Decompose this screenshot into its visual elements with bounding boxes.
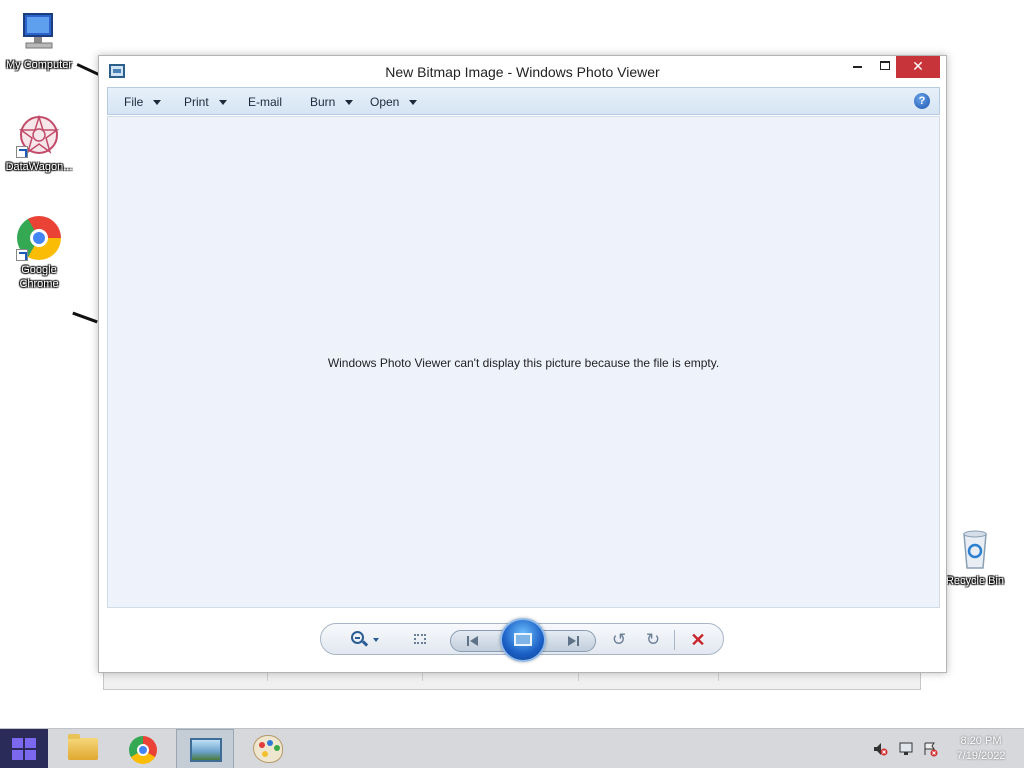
minimize-icon [852,65,862,68]
desktop-icon-label: DataWagon... [5,161,73,173]
minimize-button[interactable] [843,56,871,78]
title-bar[interactable]: New Bitmap Image - Windows Photo Viewer … [99,56,946,86]
desktop-icon-label: Recycle Bin [945,575,1005,587]
desktop-icon-datawagon[interactable]: DataWagon... [0,112,79,174]
menu-file-label: File [124,95,144,109]
clock-time: 8:20 PM [960,735,1002,747]
maximize-icon [880,61,890,70]
network-icon[interactable] [898,741,914,757]
volume-muted-icon[interactable] [872,741,888,757]
photo-viewer-window: New Bitmap Image - Windows Photo Viewer … [98,55,947,673]
taskbar-google-chrome[interactable] [114,729,172,768]
previous-icon[interactable] [467,636,481,646]
menu-open-label: Open [370,95,400,109]
menu-open[interactable]: Open [370,95,418,109]
desktop-stroke [72,311,98,324]
computer-icon [16,10,62,56]
shortcut-arrow-icon [16,249,28,261]
desktop-icon-my-computer[interactable]: My Computer [0,10,79,72]
menu-email-label: E-mail [248,95,283,109]
menu-burn[interactable]: Burn [310,95,354,109]
menu-bar: File Print E-mail Burn Open ? [107,87,940,115]
recycle-bin-icon [952,526,998,572]
taskbar-file-explorer[interactable] [52,729,110,768]
zoom-icon[interactable] [351,630,379,650]
clock-date: 7/19/2022 [956,750,1006,762]
desktop-icon-google-chrome[interactable]: Google Chrome [0,215,79,291]
desktop-icon-label: Google Chrome [19,264,59,290]
paint-palette-icon [253,735,283,763]
chrome-icon [129,736,157,764]
next-icon[interactable] [565,636,579,646]
shortcut-arrow-icon [16,146,28,158]
slideshow-button[interactable] [500,618,546,662]
empty-file-message: Windows Photo Viewer can't display this … [327,356,720,370]
chevron-down-icon [409,100,418,106]
menu-print-label: Print [184,95,209,109]
toolbar-separator [674,630,675,650]
delete-icon[interactable]: ✕ [688,630,708,650]
actual-size-icon[interactable] [411,630,431,650]
windows-logo-icon [12,738,37,760]
taskbar: 8:20 PM 7/19/2022 [0,728,1024,768]
close-icon: ✕ [912,58,924,74]
image-view-area: Windows Photo Viewer can't display this … [107,116,940,608]
taskbar-paint[interactable] [238,729,296,768]
taskbar-clock[interactable]: 8:20 PM 7/19/2022 [950,734,1012,764]
menu-email[interactable]: E-mail [248,95,282,109]
rotate-right-icon[interactable]: ↻ [643,630,663,650]
menu-file[interactable]: File [124,95,162,109]
taskbar-windows-photo-viewer[interactable] [176,729,234,768]
datawagon-icon [16,112,62,158]
help-icon[interactable]: ? [914,93,930,109]
maximize-button[interactable] [871,56,899,78]
menu-print[interactable]: Print [184,95,227,109]
photo-viewer-icon [190,738,222,762]
chevron-down-icon [218,100,227,106]
rotate-left-icon[interactable]: ↺ [609,630,629,650]
desktop-icon-label: My Computer [5,59,73,71]
folder-icon [68,734,98,760]
desktop-icon-recycle-bin[interactable]: Recycle Bin [935,526,1015,588]
slideshow-icon [514,633,532,646]
chevron-down-icon [345,100,354,106]
chrome-icon [16,215,62,261]
close-button[interactable]: ✕ [896,56,940,78]
action-center-flag-icon[interactable] [922,741,938,757]
bottom-toolbar: ↺ ↻ ✕ [320,618,724,662]
chevron-down-icon [153,100,162,106]
start-button[interactable] [0,729,48,768]
desktop-stroke [76,63,100,76]
window-title: New Bitmap Image - Windows Photo Viewer [385,64,660,80]
menu-burn-label: Burn [310,95,336,109]
